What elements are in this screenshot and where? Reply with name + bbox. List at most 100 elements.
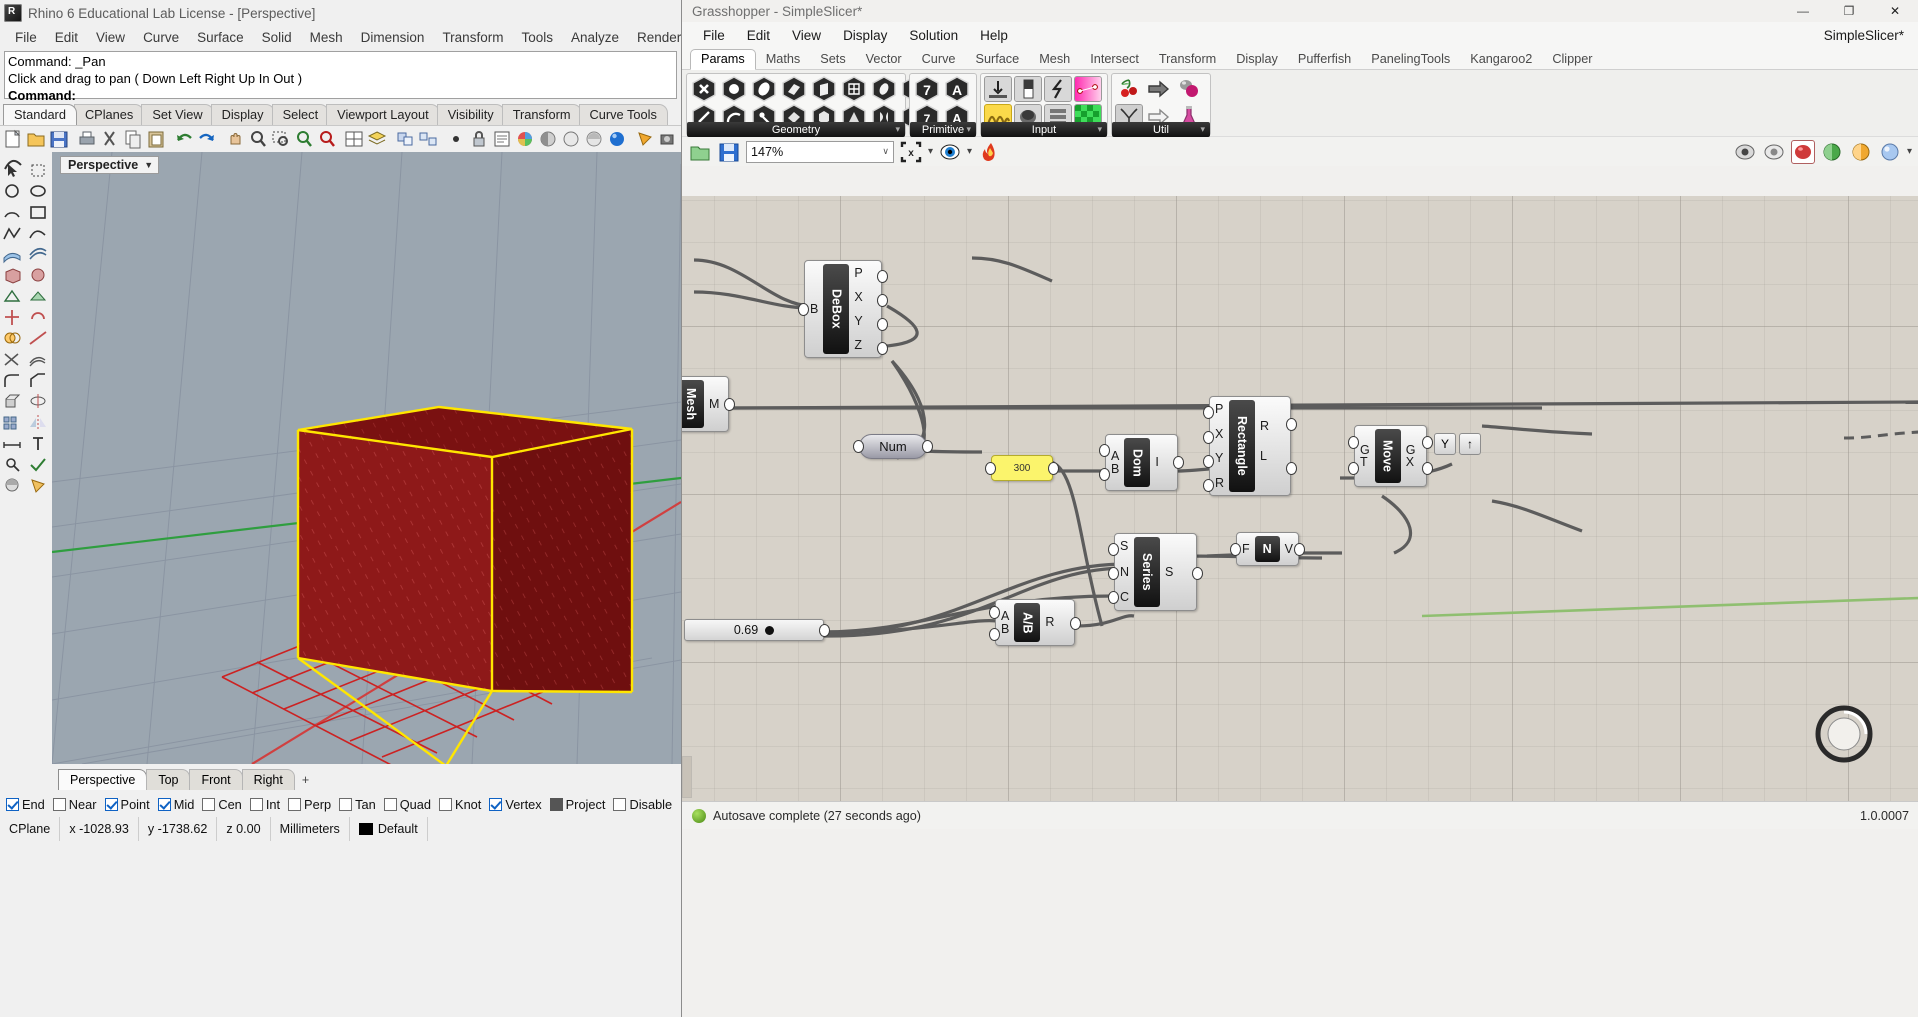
rhino-menu-solid[interactable]: Solid: [253, 29, 301, 46]
tool-mirror-icon[interactable]: [26, 412, 52, 433]
number-slider-0-69[interactable]: 0.69: [684, 619, 830, 641]
render-icon[interactable]: [537, 128, 559, 150]
debox-input-B[interactable]: B: [810, 303, 818, 316]
param-brep-icon[interactable]: [810, 76, 838, 102]
dom-output-I[interactable]: I: [1155, 456, 1158, 469]
light-icon[interactable]: [634, 128, 656, 150]
gh-menu-file[interactable]: File: [692, 26, 736, 45]
tool-rectangle-icon[interactable]: [26, 202, 52, 223]
open-file-icon[interactable]: [25, 128, 47, 150]
osnap-cen-checkbox[interactable]: [202, 797, 216, 811]
tool-curve-icon[interactable]: [26, 223, 52, 244]
bake-flame-icon[interactable]: [977, 140, 1001, 164]
gh-tab-clipper[interactable]: Clipper: [1542, 50, 1602, 69]
primitive-expand-icon[interactable]: ▾: [966, 124, 971, 135]
properties-icon[interactable]: [491, 128, 513, 150]
rhino-menu-render[interactable]: Render: [628, 29, 681, 46]
series-port-S[interactable]: [1108, 543, 1119, 556]
viewport-dropdown-icon[interactable]: ▼: [142, 160, 155, 170]
component-series[interactable]: S N C Series S: [1108, 533, 1203, 611]
tool-dimension-icon[interactable]: [0, 433, 26, 454]
osnap-point-checkbox[interactable]: [104, 797, 118, 811]
maximize-button[interactable]: ❐: [1826, 0, 1872, 22]
lock-icon[interactable]: [468, 128, 490, 150]
viewport-tab-top[interactable]: Top: [146, 769, 191, 790]
tool-trim-icon[interactable]: [0, 349, 26, 370]
status-layer[interactable]: Default: [350, 817, 428, 841]
debox-port-X[interactable]: [877, 294, 888, 307]
number-slider-icon[interactable]: [984, 76, 1012, 102]
layers-icon[interactable]: [366, 128, 388, 150]
gh-tab-curve[interactable]: Curve: [912, 50, 966, 69]
rect-port-Rout[interactable]: [1286, 418, 1297, 431]
zoom-extents-dropdown-icon[interactable]: ▾: [928, 146, 933, 157]
tool-fillet-icon[interactable]: [0, 370, 26, 391]
ungroup-icon[interactable]: [417, 128, 439, 150]
osnap-quad-checkbox[interactable]: [383, 797, 397, 811]
tool-light2-icon[interactable]: [26, 475, 52, 496]
component-number[interactable]: F N V: [1230, 532, 1305, 566]
ab-input-B[interactable]: B: [1001, 622, 1009, 636]
move-port-G[interactable]: [1348, 436, 1359, 449]
zoom-extents-icon[interactable]: [293, 128, 315, 150]
ab-input-A[interactable]: A: [1001, 610, 1009, 623]
debox-output-Y[interactable]: Y: [854, 315, 862, 328]
canvas-navigation-widget[interactable]: [1813, 703, 1875, 765]
chevron-down-icon[interactable]: ∨: [882, 146, 889, 157]
ab-port-R[interactable]: [1070, 617, 1081, 630]
osnap-vertex[interactable]: Vertex: [489, 797, 542, 812]
rect-input-P[interactable]: P: [1215, 403, 1224, 416]
render-preview-icon[interactable]: [560, 128, 582, 150]
osnap-int[interactable]: Int: [249, 797, 280, 812]
gh-document-name[interactable]: SimpleSlicer*: [1824, 28, 1918, 43]
series-input-S[interactable]: S: [1120, 540, 1129, 553]
camera-icon[interactable]: [657, 128, 679, 150]
tool-chamfer-icon[interactable]: [26, 370, 52, 391]
tool-text-icon[interactable]: [26, 433, 52, 454]
n-output-V[interactable]: V: [1285, 543, 1293, 556]
tool-offset-icon[interactable]: [26, 349, 52, 370]
undo-icon[interactable]: [173, 128, 195, 150]
zoom-window-icon[interactable]: [270, 128, 292, 150]
toolbar-tab-cplanes[interactable]: CPlanes: [73, 104, 145, 125]
rect-port-X[interactable]: [1203, 431, 1214, 444]
tool-render-icon[interactable]: [0, 475, 26, 496]
osnap-near-checkbox[interactable]: [52, 797, 66, 811]
move-flag-up[interactable]: ↑: [1459, 433, 1481, 455]
tool-mesh-icon[interactable]: [0, 286, 26, 307]
param-curve-icon[interactable]: [750, 76, 778, 102]
tool-rotate-icon[interactable]: [26, 307, 52, 328]
minimize-button[interactable]: —: [1780, 0, 1826, 22]
tool-select-window-icon[interactable]: [26, 160, 52, 181]
gh-tab-surface[interactable]: Surface: [965, 50, 1029, 69]
panel-300-port-in[interactable]: [985, 462, 996, 475]
status-cplane[interactable]: CPlane: [0, 817, 61, 841]
panel-icon[interactable]: [1014, 76, 1042, 102]
group-icon[interactable]: [394, 128, 416, 150]
zoom-level-select[interactable]: 147% ∨: [746, 140, 894, 163]
component-move[interactable]: G T Move G X: [1348, 425, 1433, 487]
mesh-output-M[interactable]: M: [709, 398, 719, 411]
debox-port-P[interactable]: [877, 270, 888, 283]
rect-port-P[interactable]: [1203, 406, 1214, 419]
tool-check-icon[interactable]: [26, 454, 52, 475]
component-rectangle[interactable]: P X Y R Rectangle R L: [1203, 396, 1297, 496]
sphere-preview-icon[interactable]: [1878, 140, 1902, 164]
point-icon[interactable]: [445, 128, 467, 150]
print-icon[interactable]: [76, 128, 98, 150]
toolbar-tab-visibility[interactable]: Visibility: [436, 104, 505, 125]
shaded-preview-icon[interactable]: [1820, 140, 1844, 164]
osnap-disable-checkbox[interactable]: [613, 797, 627, 811]
tool-array-icon[interactable]: [0, 412, 26, 433]
gh-tab-kangaroo2[interactable]: Kangaroo2: [1460, 50, 1542, 69]
wireframe-preview-icon[interactable]: [1849, 140, 1873, 164]
viewport-layout-icon[interactable]: [343, 128, 365, 150]
rhino-menu-analyze[interactable]: Analyze: [562, 29, 628, 46]
panel-300-port-out[interactable]: [1048, 462, 1059, 475]
param-circle-icon[interactable]: [720, 76, 748, 102]
tool-mesh-edit-icon[interactable]: [26, 286, 52, 307]
debox-output-P[interactable]: P: [854, 267, 862, 280]
tool-analyze-icon[interactable]: [0, 454, 26, 475]
n-port-V[interactable]: [1294, 543, 1305, 556]
series-input-C[interactable]: C: [1120, 591, 1129, 604]
